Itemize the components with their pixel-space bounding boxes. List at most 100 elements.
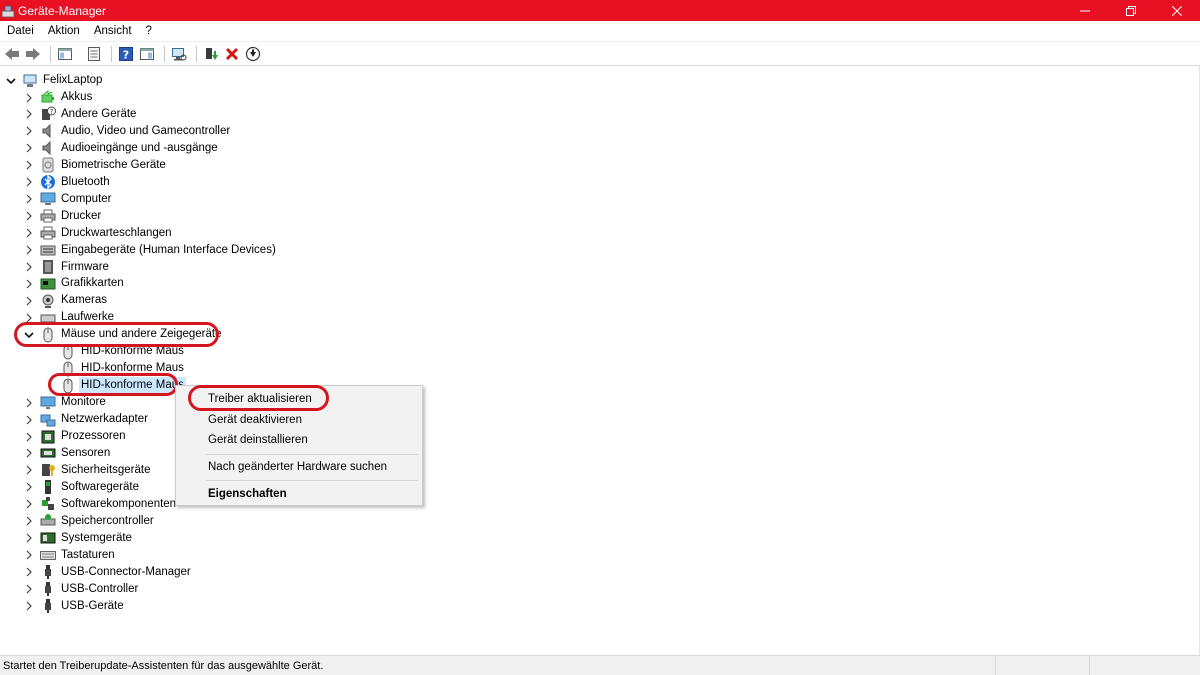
expand-toggle[interactable] [24,262,34,272]
expand-toggle[interactable] [6,76,16,86]
expand-toggle[interactable] [24,567,34,577]
context-menu-disable-device[interactable]: Gerät deaktivieren [208,410,302,430]
expand-toggle[interactable] [24,143,34,153]
expand-toggle[interactable] [24,177,34,187]
expand-toggle[interactable] [24,448,34,458]
disable-icon[interactable] [244,45,262,63]
tree-category[interactable]: USB-Connector-Manager [24,564,191,581]
expand-toggle[interactable] [24,533,34,543]
minimize-button[interactable] [1062,0,1108,21]
menu-help[interactable]: ? [139,21,159,42]
expand-toggle[interactable] [24,296,34,306]
expand-toggle[interactable] [24,482,34,492]
tree-category[interactable]: Biometrische Geräte [24,157,166,174]
tree-category[interactable]: Systemgeräte [24,530,132,547]
tree-root[interactable]: FelixLaptop [6,72,102,89]
firmware-icon [40,259,56,275]
processor-icon [40,429,56,445]
menu-aktion[interactable]: Aktion [41,21,87,42]
tree-category[interactable]: Bluetooth [24,174,110,191]
tree-item-label: Bluetooth [61,175,110,188]
tree-category[interactable]: Speichercontroller [24,513,154,530]
chevron-right-icon [26,499,32,509]
update-driver-icon[interactable] [202,45,220,63]
tree-category[interactable]: Akkus [24,89,92,106]
context-menu-uninstall-device[interactable]: Gerät deinstallieren [208,430,308,450]
sensor-icon [40,445,56,461]
expand-toggle[interactable] [24,194,34,204]
tree-category[interactable]: Grafikkarten [24,275,124,292]
context-menu-scan-hardware[interactable]: Nach geänderter Hardware suchen [208,457,387,477]
expand-toggle[interactable] [24,279,34,289]
tree-category[interactable]: Monitore [24,394,106,411]
menu-datei[interactable]: Datei [0,21,41,42]
tree-category[interactable]: Audio, Video und Gamecontroller [24,123,230,140]
window-controls [1062,0,1200,21]
forward-arrow-icon[interactable] [24,45,42,63]
close-button[interactable] [1154,0,1200,21]
tree-category[interactable]: Kameras [24,292,107,309]
expand-toggle[interactable] [24,126,34,136]
tree-item-label: Audioeingänge und -ausgänge [61,141,218,154]
tree-item-label: FelixLaptop [43,74,103,86]
tree-category[interactable]: Firmware [24,259,109,276]
expand-toggle[interactable] [24,415,34,425]
expand-toggle[interactable] [24,398,34,408]
properties-icon[interactable] [85,45,103,63]
tree-category[interactable]: Drucker [24,208,101,225]
expand-toggle[interactable] [24,211,34,221]
tree-category[interactable]: Computer [24,191,112,208]
expand-toggle[interactable] [24,245,34,255]
expand-toggle[interactable] [24,93,34,103]
menu-ansicht[interactable]: Ansicht [87,21,139,42]
expand-toggle[interactable] [24,550,34,560]
toolbar-separator [50,45,51,62]
minimize-icon [1080,10,1090,11]
scan-hardware-icon[interactable] [170,45,188,63]
expand-toggle[interactable] [24,109,34,119]
expand-toggle[interactable] [24,516,34,526]
security-key-icon [40,462,56,478]
expand-toggle[interactable] [24,228,34,238]
tree-category[interactable]: Softwarekomponenten [24,496,176,513]
tree-category[interactable]: Sensoren [24,445,110,462]
tree-category[interactable]: Sicherheitsgeräte [24,462,151,479]
title-bar: Geräte-Manager [0,0,1200,21]
chevron-down-icon [6,77,16,84]
tree-category[interactable]: Softwaregeräte [24,479,139,496]
chevron-right-icon [26,533,32,543]
tree-item-label: Kameras [61,294,108,307]
help-icon[interactable]: ? [117,45,135,63]
printer-icon [40,208,56,224]
tree-category[interactable]: USB-Geräte [24,598,124,615]
restore-button[interactable] [1108,0,1154,21]
context-menu-properties[interactable]: Eigenschaften [208,484,287,504]
device-tree: FelixLaptop Akkus? Andere Geräte Audio, Vid… [0,72,1200,650]
chevron-right-icon [26,245,32,255]
tree-category[interactable]: Prozessoren [24,428,126,445]
tree-category[interactable]: Eingabegeräte (Human Interface Devices) [24,242,276,259]
uninstall-icon[interactable] [223,45,241,63]
tree-item-label: USB-Geräte [61,599,124,612]
back-arrow-icon[interactable] [3,45,21,63]
expand-toggle[interactable] [24,160,34,170]
expand-toggle[interactable] [24,601,34,611]
tree-category[interactable]: USB-Controller [24,581,138,598]
usb-icon [40,564,56,580]
toolbar-separator [196,45,197,62]
hid-icon [40,242,56,258]
chevron-right-icon [26,228,32,238]
tree-category[interactable]: Druckwarteschlangen [24,225,172,242]
show-hide-console-icon[interactable] [56,45,74,63]
expand-toggle[interactable] [24,465,34,475]
speaker-icon [40,123,56,139]
expand-toggle[interactable] [24,584,34,594]
expand-toggle[interactable] [24,432,34,442]
action-pane-icon[interactable] [138,45,156,63]
tree-category[interactable]: Tastaturen [24,547,115,564]
tree-category[interactable]: Audioeingänge und -ausgänge [24,140,218,157]
tree-category[interactable]: Netzwerkadapter [24,411,148,428]
chevron-right-icon [26,211,32,221]
tree-category[interactable]: ? Andere Geräte [24,106,136,123]
expand-toggle[interactable] [24,499,34,509]
